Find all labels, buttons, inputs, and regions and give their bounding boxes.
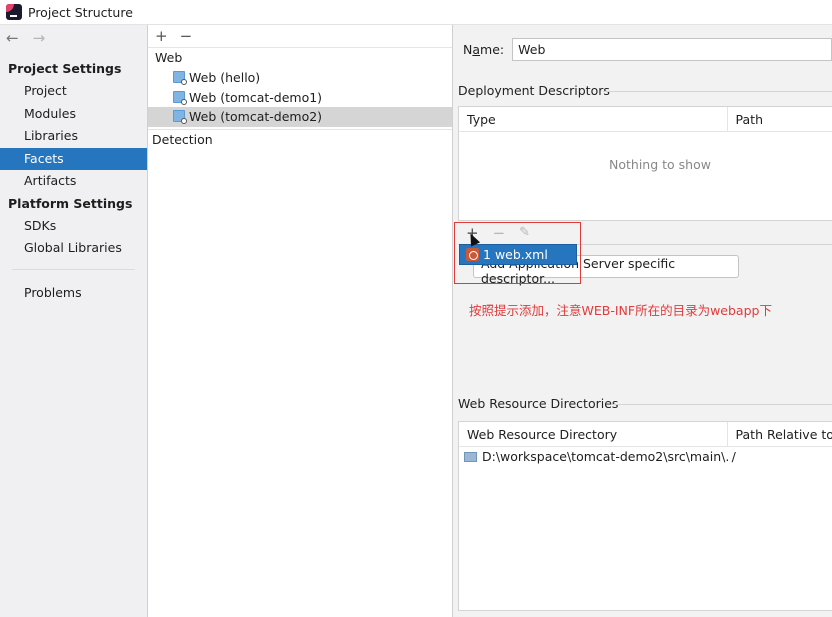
sidebar-item-project[interactable]: Project (0, 80, 147, 103)
intellij-app-icon (6, 4, 22, 20)
table-row[interactable]: D:\workspace\tomcat-demo2\src\main\... / (459, 447, 832, 467)
column-header-path[interactable]: Path (728, 107, 832, 132)
facet-item-selected[interactable]: Web (tomcat-demo2) (148, 107, 452, 127)
web-facet-icon (173, 71, 187, 86)
sidebar-item-facets[interactable]: Facets (0, 147, 147, 170)
descriptor-popup-item[interactable]: 1 web.xml (459, 244, 577, 265)
forward-arrow-icon[interactable]: → (33, 29, 46, 47)
platform-settings-heading: Platform Settings (8, 195, 133, 211)
detection-node[interactable]: Detection (148, 128, 452, 150)
facet-item-label: Web (tomcat-demo1) (189, 89, 323, 105)
sidebar-item-artifacts[interactable]: Artifacts (0, 170, 147, 193)
annotation-text: 按照提示添加，注意WEB-INF所在的目录为webapp下 (469, 303, 772, 318)
column-header-type[interactable]: Type (459, 107, 728, 132)
window-title: Project Structure (28, 4, 133, 20)
facet-item[interactable]: Web (hello) (148, 68, 452, 88)
section-divider (603, 91, 832, 92)
directory-path: D:\workspace\tomcat-demo2\src\main\... (482, 449, 728, 464)
remove-facet-icon[interactable]: − (180, 27, 193, 45)
facets-panel: + − Web Web (hello) Web (tomcat-demo1) W… (148, 25, 453, 617)
deployment-descriptors-title: Deployment Descriptors (458, 83, 610, 98)
add-facet-icon[interactable]: + (155, 27, 168, 45)
name-input[interactable] (512, 38, 832, 61)
sidebar-item-modules[interactable]: Modules (0, 103, 147, 126)
section-divider (611, 404, 832, 405)
popup-item-label: web.xml (494, 247, 548, 262)
relative-path-cell: / (731, 449, 736, 464)
nav-arrows: ← → (0, 25, 147, 50)
title-bar: Project Structure (0, 0, 832, 25)
sidebar-item-libraries[interactable]: Libraries (0, 125, 147, 148)
project-settings-heading: Project Settings (8, 61, 122, 76)
sidebar-item-global-libraries[interactable]: Global Libraries (0, 237, 147, 260)
back-arrow-icon[interactable]: ← (6, 29, 19, 47)
empty-state-text: Nothing to show (609, 157, 711, 172)
facet-detail-panel: Name: Deployment Descriptors Type Path N… (453, 25, 832, 617)
sidebar-divider (12, 268, 135, 270)
xml-file-icon (466, 248, 479, 261)
sidebar-item-sdks[interactable]: SDKs (0, 215, 147, 238)
column-header-directory[interactable]: Web Resource Directory (459, 422, 728, 447)
facet-item-label: Web (hello) (189, 70, 261, 86)
facets-toolbar: + − (148, 25, 452, 48)
facet-item-label: Web (tomcat-demo2) (189, 109, 323, 125)
folder-icon (464, 452, 477, 462)
directory-cell: D:\workspace\tomcat-demo2\src\main\... (459, 447, 728, 467)
sidebar-item-problems[interactable]: Problems (0, 282, 147, 305)
web-resource-directories-table[interactable]: Web Resource Directory Path Relative to … (458, 421, 832, 611)
column-header-relative-path[interactable]: Path Relative to D (728, 422, 832, 447)
web-facet-icon (173, 110, 187, 125)
settings-sidebar: ← → Project Settings Project Modules Lib… (0, 25, 148, 617)
facet-item[interactable]: Web (tomcat-demo1) (148, 88, 452, 108)
deployment-descriptors-table[interactable]: Type Path Nothing to show (458, 106, 832, 221)
name-label: Name: (463, 42, 505, 57)
web-facet-icon (173, 90, 187, 105)
web-resource-directories-title: Web Resource Directories (458, 396, 619, 411)
facet-group-web[interactable]: Web (148, 48, 452, 68)
table-header: Type Path (459, 107, 832, 132)
name-row: Name: (463, 38, 832, 61)
popup-item-index: 1 (483, 247, 491, 262)
table-header: Web Resource Directory Path Relative to … (459, 422, 832, 447)
